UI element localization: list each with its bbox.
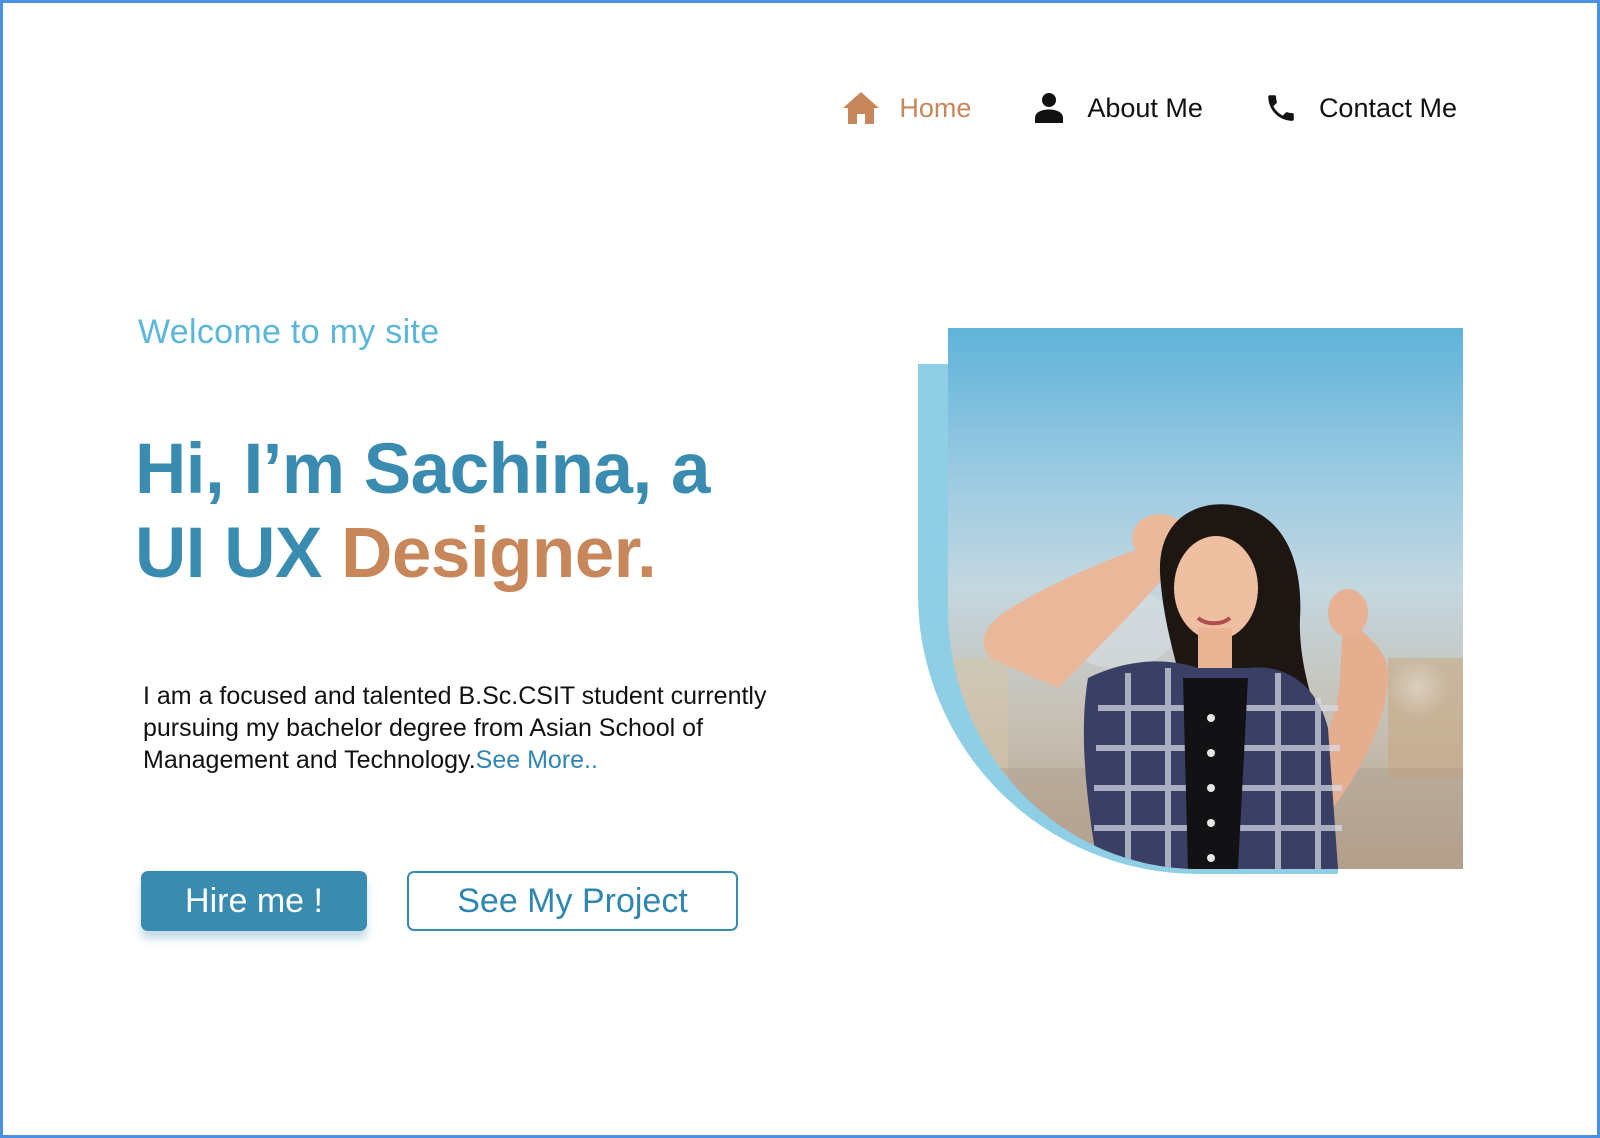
welcome-text: Welcome to my site	[138, 313, 440, 351]
headline-role-accent: Designer.	[341, 514, 657, 593]
person-icon	[1029, 88, 1069, 128]
headline-line-2: UI UX Designer.	[135, 512, 710, 596]
nav-label-home: Home	[899, 92, 972, 123]
headline-role: UI UX	[135, 514, 322, 593]
phone-icon	[1261, 88, 1301, 128]
nav-item-contact[interactable]: Contact Me	[1261, 88, 1457, 128]
profile-photo	[948, 328, 1463, 869]
page-frame: Home About Me Contact Me Welcome to my s…	[0, 0, 1600, 1138]
bio-text: I am a focused and talented B.Sc.CSIT st…	[143, 682, 767, 774]
see-my-project-button[interactable]: See My Project	[407, 871, 738, 931]
headline-line-1: Hi, I’m Sachina, a	[135, 430, 710, 509]
hire-me-button[interactable]: Hire me !	[141, 871, 367, 931]
bio-paragraph: I am a focused and talented B.Sc.CSIT st…	[143, 680, 823, 776]
see-more-link[interactable]: See More..	[476, 746, 598, 774]
hero-headline: Hi, I’m Sachina, a UI UX Designer.	[135, 428, 710, 596]
nav-item-about[interactable]: About Me	[1029, 88, 1203, 128]
nav-item-home[interactable]: Home	[841, 88, 971, 128]
nav-label-about: About Me	[1087, 92, 1203, 123]
home-icon	[841, 88, 881, 128]
nav-label-contact: Contact Me	[1318, 92, 1457, 123]
top-nav: Home About Me Contact Me	[841, 88, 1457, 128]
